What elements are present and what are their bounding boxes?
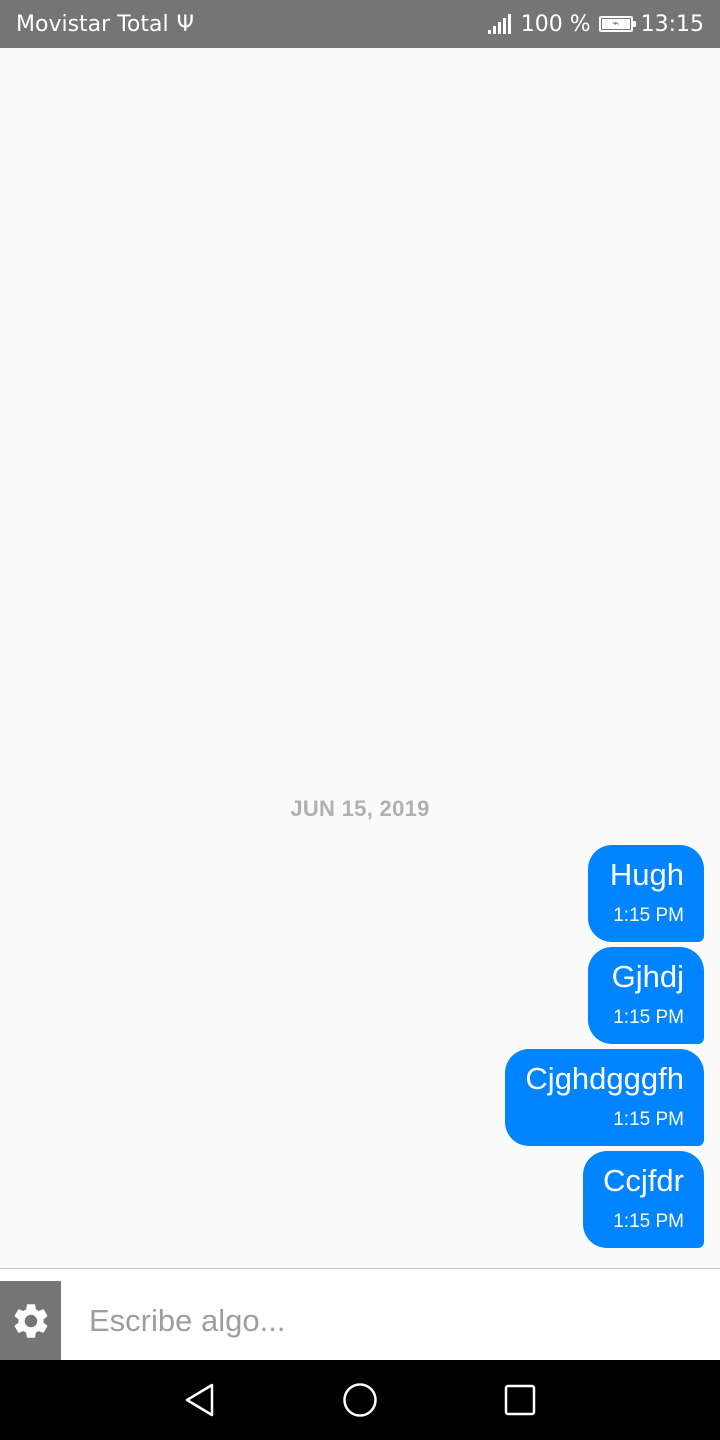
message-text: Hugh [609,857,684,892]
message-bubble[interactable]: Gjhdj 1:15 PM [588,947,704,1044]
message-bubble[interactable]: Ccjfdr 1:15 PM [583,1151,704,1248]
home-icon [343,1383,377,1417]
message-time: 1:15 PM [613,1211,684,1232]
message-text: Gjhdj [611,959,684,994]
back-button[interactable] [160,1360,240,1440]
message-text: Ccjfdr [603,1163,684,1198]
message-time: 1:15 PM [613,905,684,926]
status-bar: Movistar Total Ψ 100 % ⌁ 13:15 [0,0,720,48]
chat-screen: Movistar Total Ψ 100 % ⌁ 13:15 JUN 15, 2… [0,0,720,1440]
battery-percent: 100 % [520,11,591,37]
home-button[interactable] [320,1360,400,1440]
date-separator: JUN 15, 2019 [290,796,430,821]
message-bubble[interactable]: Hugh 1:15 PM [588,845,704,942]
usb-icon: Ψ [176,11,194,37]
settings-button[interactable] [0,1281,61,1361]
recents-button[interactable] [480,1360,560,1440]
message-input[interactable] [89,1281,689,1361]
message-text: Cjghdgggfh [525,1061,684,1096]
signal-icon [487,14,511,34]
message-composer [0,1268,720,1361]
status-time: 13:15 [640,11,704,37]
carrier-name: Movistar Total [16,11,169,37]
status-right: 100 % ⌁ 13:15 [487,11,704,37]
message-list: Hugh 1:15 PM Gjhdj 1:15 PM Cjghdgggfh 1:… [505,845,704,1248]
navigation-bar [0,1360,720,1440]
message-time: 1:15 PM [613,1109,684,1130]
message-bubble[interactable]: Cjghdgggfh 1:15 PM [505,1049,704,1146]
message-time: 1:15 PM [613,1007,684,1028]
battery-charging-icon: ⌁ [598,16,636,32]
recents-icon [504,1384,536,1416]
status-left: Movistar Total Ψ [16,12,194,37]
gear-icon [14,1304,47,1338]
back-icon [185,1383,214,1417]
